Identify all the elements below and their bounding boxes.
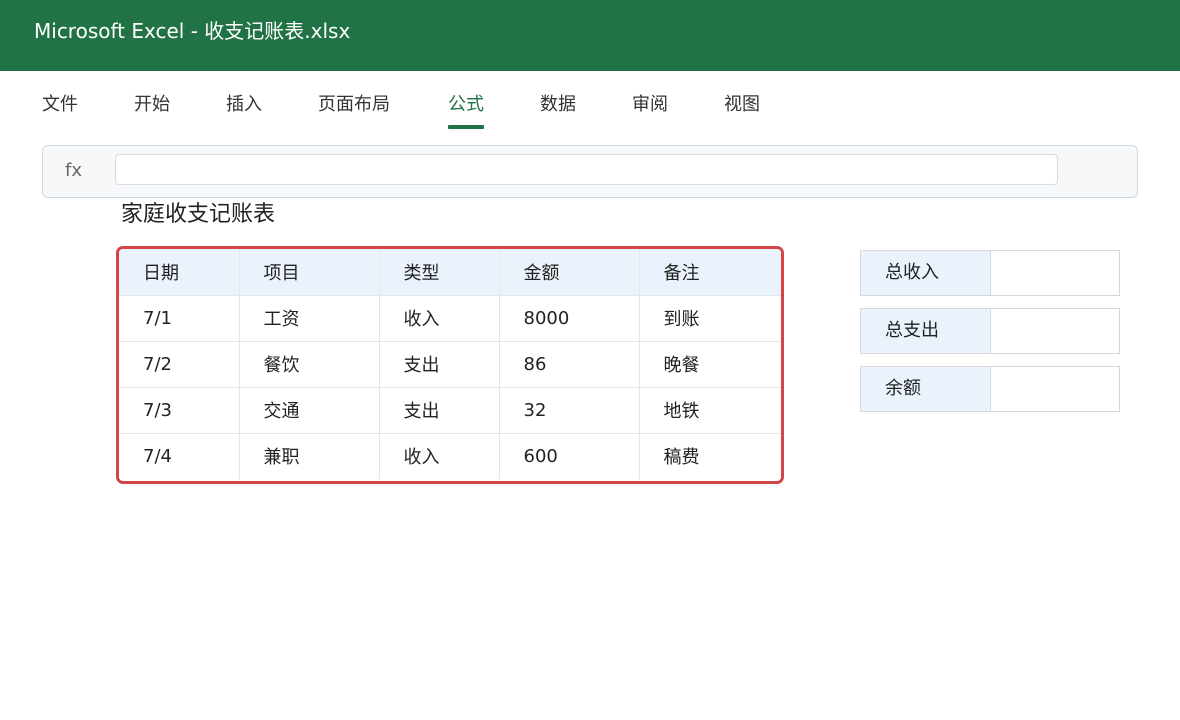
cell-date[interactable]: 7/2 bbox=[119, 341, 240, 388]
sheet-title: 家庭收支记账表 bbox=[121, 202, 276, 227]
cell-type[interactable]: 收入 bbox=[379, 433, 500, 479]
cell-item[interactable]: 交通 bbox=[239, 387, 380, 434]
table-row: 7/1 工资 收入 8000 到账 bbox=[119, 295, 781, 342]
tab-view[interactable]: 视图 bbox=[724, 93, 760, 117]
title-bar: Microsoft Excel - 收支记账表.xlsx bbox=[0, 0, 1180, 71]
cell-type[interactable]: 收入 bbox=[379, 295, 500, 342]
cell-item[interactable]: 兼职 bbox=[239, 433, 380, 479]
cell-amount[interactable]: 32 bbox=[499, 387, 640, 434]
table-row: 7/2 餐饮 支出 86 晚餐 bbox=[119, 341, 781, 388]
cell-note[interactable]: 地铁 bbox=[639, 387, 781, 434]
cell-amount[interactable]: 8000 bbox=[499, 295, 640, 342]
tab-label: 开始 bbox=[134, 94, 170, 115]
active-tab-underline bbox=[448, 125, 484, 129]
header-item[interactable]: 项目 bbox=[239, 249, 380, 296]
table-header-row: 日期 项目 类型 金额 备注 bbox=[119, 249, 781, 296]
summary-value-cell[interactable] bbox=[991, 251, 1119, 295]
header-type[interactable]: 类型 bbox=[379, 249, 500, 296]
cell-type[interactable]: 支出 bbox=[379, 341, 500, 388]
summary-balance: 余额 bbox=[860, 366, 1120, 412]
summary-label[interactable]: 总收入 bbox=[861, 251, 991, 295]
cell-date[interactable]: 7/4 bbox=[119, 433, 240, 479]
summary-total-expense: 总支出 bbox=[860, 308, 1120, 354]
window-title: Microsoft Excel - 收支记账表.xlsx bbox=[34, 19, 351, 43]
table-row: 7/3 交通 支出 32 地铁 bbox=[119, 387, 781, 434]
tab-file[interactable]: 文件 bbox=[42, 93, 78, 117]
header-date[interactable]: 日期 bbox=[119, 249, 240, 296]
header-note[interactable]: 备注 bbox=[639, 249, 781, 296]
selected-range[interactable]: 日期 项目 类型 金额 备注 7/1 工资 收入 8000 到账 7/2 餐饮 … bbox=[116, 246, 784, 484]
tab-label: 审阅 bbox=[632, 94, 668, 115]
tab-review[interactable]: 审阅 bbox=[632, 93, 668, 117]
ledger-table: 日期 项目 类型 金额 备注 7/1 工资 收入 8000 到账 7/2 餐饮 … bbox=[119, 249, 781, 479]
cell-amount[interactable]: 86 bbox=[499, 341, 640, 388]
summary-value-cell[interactable] bbox=[991, 309, 1119, 353]
cell-note[interactable]: 稿费 bbox=[639, 433, 781, 479]
tab-insert[interactable]: 插入 bbox=[226, 93, 262, 117]
summary-label[interactable]: 余额 bbox=[861, 367, 991, 411]
formula-input[interactable] bbox=[115, 154, 1058, 185]
tab-home[interactable]: 开始 bbox=[134, 93, 170, 117]
tab-formulas[interactable]: 公式 bbox=[448, 93, 484, 129]
tab-label: 数据 bbox=[540, 94, 576, 115]
cell-amount[interactable]: 600 bbox=[499, 433, 640, 479]
summary-value-cell[interactable] bbox=[991, 367, 1119, 411]
tab-label: 页面布局 bbox=[318, 94, 390, 115]
tab-label: 视图 bbox=[724, 94, 760, 115]
fx-icon[interactable]: fx bbox=[65, 159, 82, 183]
cell-note[interactable]: 晚餐 bbox=[639, 341, 781, 388]
tab-label: 公式 bbox=[448, 94, 484, 115]
summary-label[interactable]: 总支出 bbox=[861, 309, 991, 353]
cell-item[interactable]: 工资 bbox=[239, 295, 380, 342]
tab-page-layout[interactable]: 页面布局 bbox=[318, 93, 390, 117]
ribbon-tabs: 文件 开始 插入 页面布局 公式 数据 审阅 视图 bbox=[0, 71, 1180, 135]
cell-date[interactable]: 7/3 bbox=[119, 387, 240, 434]
formula-bar: fx bbox=[42, 145, 1138, 198]
table-row: 7/4 兼职 收入 600 稿费 bbox=[119, 433, 781, 479]
cell-type[interactable]: 支出 bbox=[379, 387, 500, 434]
summary-total-income: 总收入 bbox=[860, 250, 1120, 296]
tab-data[interactable]: 数据 bbox=[540, 93, 576, 117]
tab-label: 文件 bbox=[42, 94, 78, 115]
tab-label: 插入 bbox=[226, 94, 262, 115]
header-amount[interactable]: 金额 bbox=[499, 249, 640, 296]
cell-item[interactable]: 餐饮 bbox=[239, 341, 380, 388]
cell-date[interactable]: 7/1 bbox=[119, 295, 240, 342]
cell-note[interactable]: 到账 bbox=[639, 295, 781, 342]
